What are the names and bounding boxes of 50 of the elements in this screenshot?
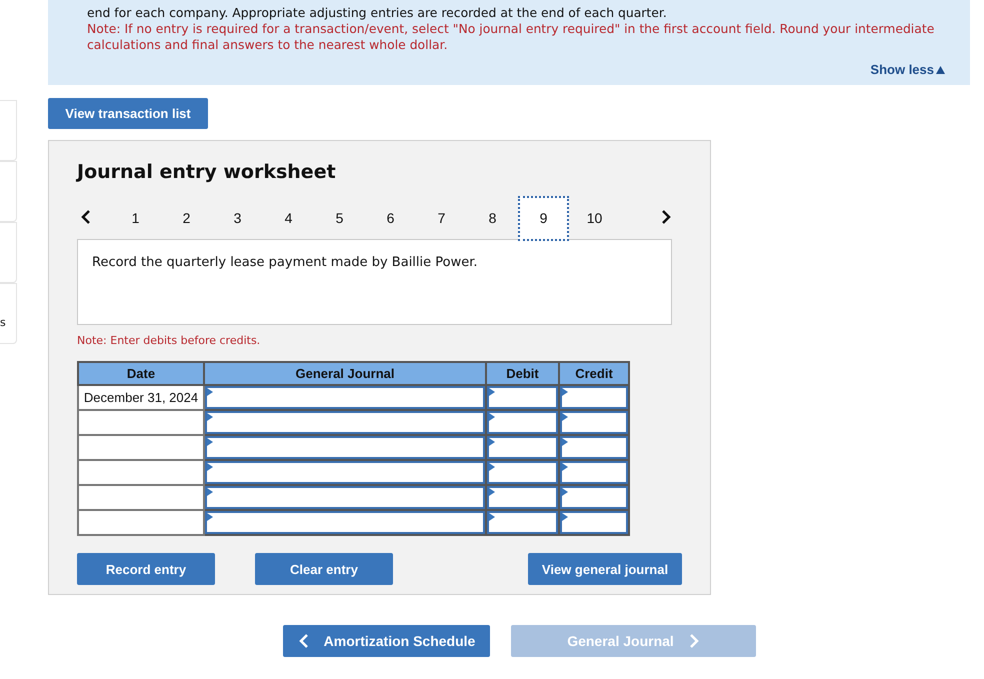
column-header: Debit (486, 362, 559, 385)
credit-field[interactable] (560, 436, 628, 459)
instructions-note: Note: If no entry is required for a transaction/event, select "No journal entry required" in the first account field. Round your intermediate calculations and final answers to the nearest whole dollar. (87, 21, 936, 53)
date-cell: December 31, 2024 (78, 385, 204, 410)
previous-icon[interactable] (80, 208, 92, 224)
account-field[interactable] (205, 486, 485, 509)
debits-note: Note: Enter debits before credits. (77, 334, 262, 347)
entry-tab[interactable]: 5 (314, 196, 365, 240)
view-transaction-list-button[interactable]: View transaction list (48, 98, 208, 129)
column-header: Credit (559, 362, 629, 385)
entry-tab[interactable]: 1 (110, 196, 161, 240)
sidebar-label: s (0, 316, 6, 329)
entry-tab[interactable]: 9 (518, 196, 569, 240)
caret-icon (936, 66, 945, 74)
credit-field[interactable] (560, 486, 628, 509)
debit-field[interactable] (487, 461, 558, 484)
debit-field[interactable] (487, 486, 558, 509)
entry-tab[interactable]: 4 (263, 196, 314, 240)
entry-tab[interactable]: 6 (365, 196, 416, 240)
credit-field[interactable] (560, 386, 628, 409)
debit-field[interactable] (487, 511, 558, 534)
account-field[interactable] (205, 386, 485, 409)
clear-entry-button[interactable]: Clear entry (255, 553, 393, 585)
back-icon[interactable] (298, 633, 310, 649)
sidebar-card[interactable]: s (0, 283, 17, 344)
show-less-link[interactable]: Show less (870, 62, 945, 77)
transaction-description: Record the quarterly lease payment made by Baillie Power. (77, 239, 672, 325)
entry-tab[interactable]: 7 (416, 196, 467, 240)
record-entry-button[interactable]: Record entry (77, 553, 215, 585)
credit-field[interactable] (560, 511, 628, 534)
next-icon[interactable] (660, 208, 672, 224)
entry-tab[interactable]: 8 (467, 196, 518, 240)
account-field[interactable] (205, 411, 485, 434)
worksheet-title: Journal entry worksheet (77, 161, 337, 183)
credit-field[interactable] (560, 411, 628, 434)
entry-tab[interactable]: 3 (212, 196, 263, 240)
entry-tab[interactable]: 2 (161, 196, 212, 240)
debit-field[interactable] (487, 411, 558, 434)
instructions-text: end for each company. Appropriate adjusting entries are recorded at the end of each quarter. (87, 4, 668, 21)
account-field[interactable] (205, 436, 485, 459)
account-field[interactable] (205, 461, 485, 484)
previous-section-button[interactable]: Amortization Schedule (283, 625, 490, 657)
credit-field[interactable] (560, 461, 628, 484)
view-general-journal-button[interactable]: View general journal (528, 553, 682, 585)
debit-field[interactable] (487, 386, 558, 409)
debit-field[interactable] (487, 436, 558, 459)
column-header: General Journal (204, 362, 486, 385)
column-header: Date (78, 362, 204, 385)
account-field[interactable] (205, 511, 485, 534)
entry-tab[interactable]: 10 (569, 196, 620, 240)
